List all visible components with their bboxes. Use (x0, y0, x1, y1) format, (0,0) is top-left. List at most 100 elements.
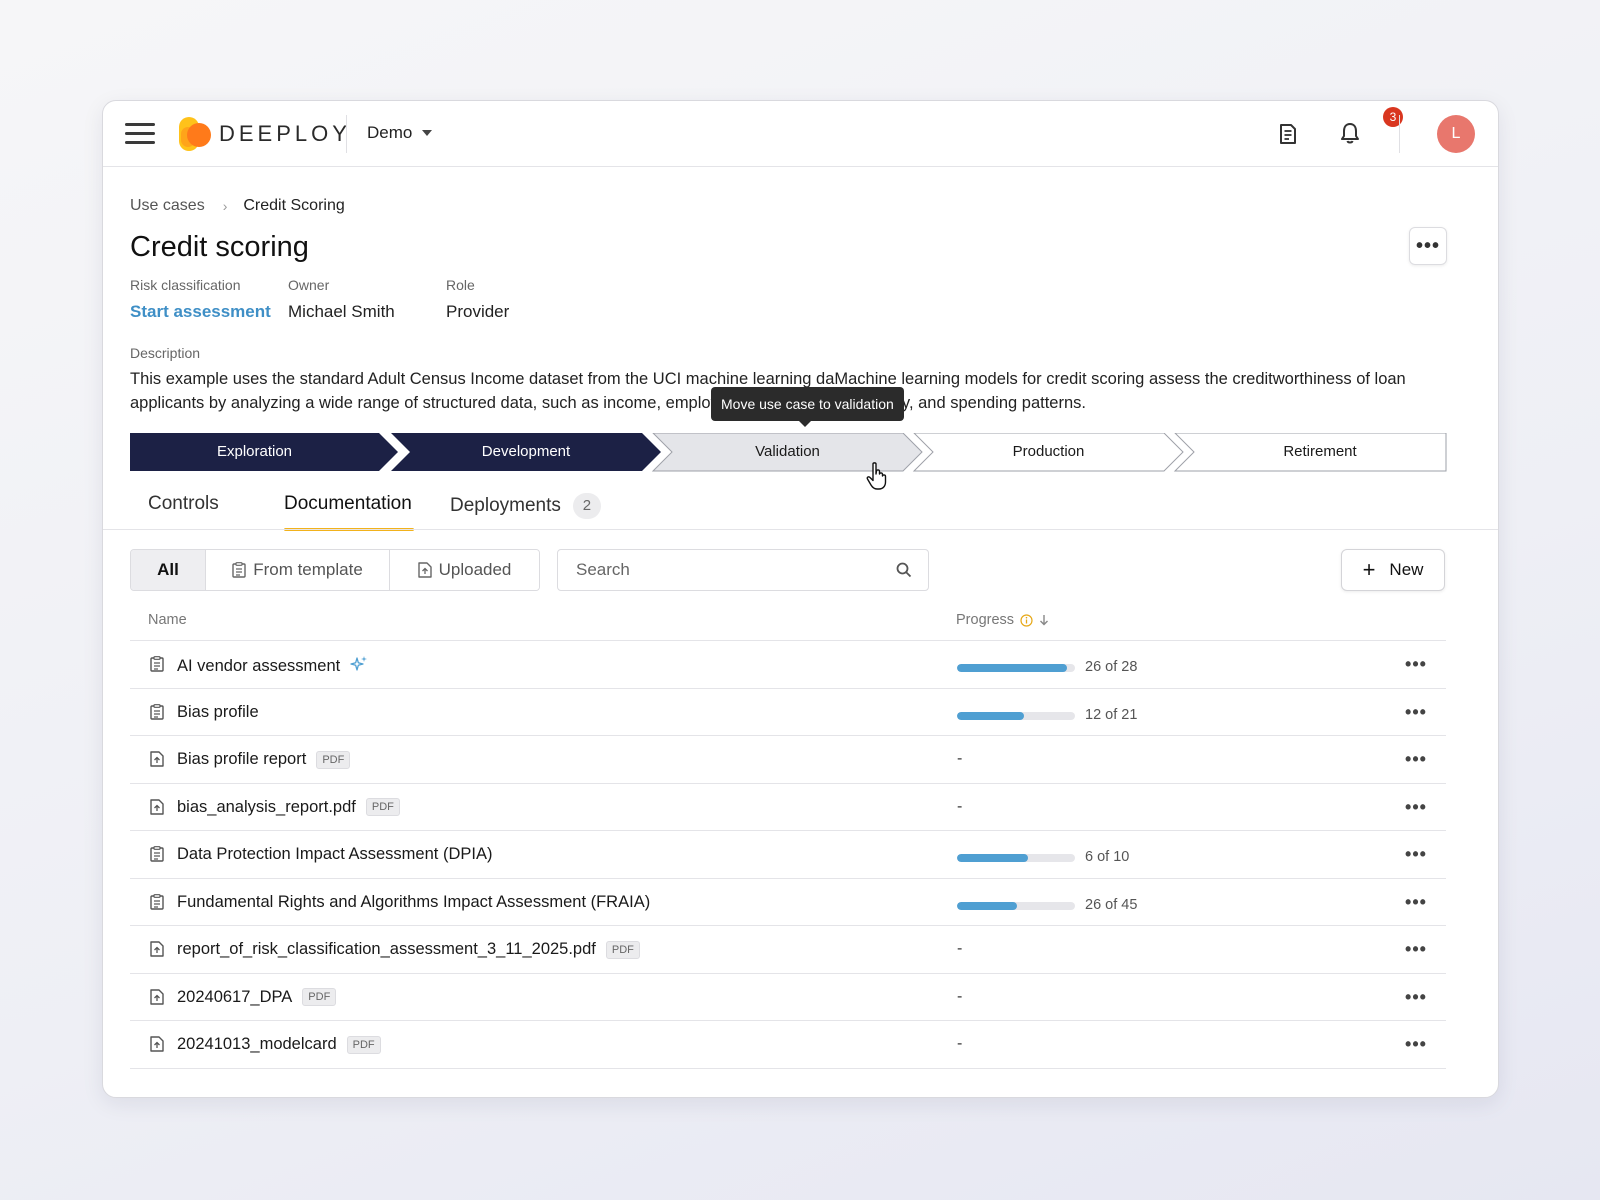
progress-empty: - (957, 940, 963, 957)
ai-sparkle-icon (350, 655, 368, 678)
table-row[interactable]: Bias profile report PDF - ••• (130, 736, 1446, 784)
risk-classification: Risk classification Start assessment (130, 277, 271, 322)
document-name-cell[interactable]: AI vendor assessment (177, 655, 368, 678)
uploaded-file-icon (150, 798, 164, 820)
brand-name: DEEPLOY (219, 121, 351, 146)
page-more-button[interactable]: ••• (1409, 227, 1447, 265)
progress-cell: 6 of 10 (957, 849, 1130, 865)
tab-bar: Controls Documentation Deployments 2 (130, 483, 1498, 531)
progress-text: 6 of 10 (1085, 849, 1130, 865)
tab-controls-label: Controls (148, 493, 219, 514)
progress-empty: - (957, 797, 963, 815)
filter-uploaded[interactable]: Uploaded (390, 550, 539, 590)
search-icon[interactable] (896, 562, 912, 578)
tab-documentation[interactable]: Documentation (284, 493, 412, 515)
document-name-cell[interactable]: 20240617_DPA PDF (177, 987, 337, 1007)
new-document-button[interactable]: + New (1341, 549, 1445, 591)
owner: Owner Michael Smith (288, 277, 395, 322)
search-input[interactable] (558, 550, 878, 590)
bell-icon[interactable] (1339, 121, 1361, 145)
row-more-button[interactable]: ••• (1398, 1031, 1434, 1057)
document-name-cell[interactable]: Data Protection Impact Assessment (DPIA) (177, 845, 492, 864)
document-name: Data Protection Impact Assessment (DPIA) (177, 845, 493, 863)
start-assessment-link[interactable]: Start assessment (130, 302, 271, 322)
progress-text: 12 of 21 (1085, 706, 1138, 723)
breadcrumb-use-cases[interactable]: Use cases (130, 197, 205, 215)
table-row[interactable]: AI vendor assessment 26 of 28 ••• (130, 641, 1446, 689)
template-doc-icon (150, 846, 164, 867)
table-row[interactable]: Data Protection Impact Assessment (DPIA)… (130, 831, 1446, 879)
more-icon: ••• (1405, 749, 1427, 769)
table-row[interactable]: 20240617_DPA PDF - ••• (130, 974, 1446, 1021)
row-more-button[interactable]: ••• (1398, 936, 1434, 962)
divider (103, 529, 1498, 530)
progress-text: 26 of 45 (1085, 896, 1138, 913)
document-name-cell[interactable]: Fundamental Rights and Algorithms Impact… (177, 893, 650, 912)
row-more-button[interactable]: ••• (1398, 984, 1434, 1010)
document-name-cell[interactable]: Bias profile report PDF (177, 750, 351, 769)
tab-deployments-label: Deployments (450, 495, 561, 516)
workspace-selector[interactable]: Demo (367, 123, 433, 143)
stage-retirement[interactable]: Retirement (1194, 433, 1446, 471)
row-more-button[interactable]: ••• (1398, 841, 1434, 867)
document-name: Bias profile report (177, 750, 307, 768)
new-button-label: New (1389, 560, 1424, 579)
docs-icon[interactable] (1277, 123, 1299, 145)
document-name: Fundamental Rights and Algorithms Impact… (177, 892, 651, 911)
documents-table: AI vendor assessment 26 of 28 ••• Bias prof… (130, 641, 1446, 1069)
menu-icon[interactable] (125, 123, 155, 145)
sort-down-icon[interactable] (1039, 614, 1049, 626)
stage-development[interactable]: Development (410, 433, 642, 471)
more-icon: ••• (1405, 701, 1427, 722)
row-more-button[interactable]: ••• (1398, 889, 1434, 915)
table-row[interactable]: bias_analysis_report.pdf PDF - ••• (130, 784, 1446, 831)
file-type-badge: PDF (605, 940, 640, 959)
divider (1399, 115, 1400, 153)
document-name: Bias profile (177, 702, 259, 721)
stage-exploration[interactable]: Exploration (130, 433, 379, 471)
role-label: Role (446, 277, 475, 293)
document-name: AI vendor assessment (177, 657, 341, 675)
avatar[interactable]: L (1437, 115, 1475, 153)
stage-production[interactable]: Production (933, 433, 1164, 471)
document-name-cell[interactable]: report_of_risk_classification_assessment… (177, 940, 640, 959)
document-name-cell[interactable]: 20241013_modelcard PDF (177, 1035, 381, 1054)
document-name-cell[interactable]: bias_analysis_report.pdf PDF (177, 798, 400, 817)
template-doc-icon (150, 703, 164, 725)
template-doc-icon (232, 562, 246, 578)
row-more-button[interactable]: ••• (1398, 699, 1434, 725)
more-icon: ••• (1405, 654, 1427, 674)
filter-all-label: All (157, 560, 179, 579)
document-name-cell[interactable]: Bias profile (177, 703, 259, 722)
row-more-button[interactable]: ••• (1398, 651, 1434, 677)
progress-bar (957, 711, 1075, 720)
role-value: Provider (446, 302, 510, 321)
brand-logo[interactable]: DEEPLOY (177, 115, 351, 153)
notification-badge: 3 (1383, 107, 1403, 127)
table-row[interactable]: report_of_risk_classification_assessment… (130, 926, 1446, 974)
stage-tooltip: Move use case to validation (711, 387, 904, 427)
table-row[interactable]: Bias profile 12 of 21 ••• (130, 689, 1446, 736)
column-name[interactable]: Name (148, 612, 187, 628)
uploaded-file-icon (150, 941, 164, 962)
filter-all[interactable]: All (131, 550, 206, 590)
more-icon: ••• (1405, 891, 1427, 912)
file-type-badge: PDF (302, 988, 337, 1006)
row-more-button[interactable]: ••• (1398, 746, 1434, 772)
filter-from-template[interactable]: From template (206, 550, 390, 590)
document-name: report_of_risk_classification_assessment… (177, 940, 596, 958)
page-title: Credit scoring (130, 231, 309, 263)
row-more-button[interactable]: ••• (1398, 794, 1434, 820)
tab-deployments[interactable]: Deployments 2 (450, 493, 601, 519)
table-row[interactable]: Fundamental Rights and Algorithms Impact… (130, 879, 1446, 926)
tab-controls[interactable]: Controls (148, 493, 219, 515)
more-icon: ••• (1405, 986, 1427, 1007)
table-row[interactable]: 20241013_modelcard PDF - ••• (130, 1021, 1446, 1069)
owner-value: Michael Smith (288, 302, 395, 321)
logo-icon (177, 115, 213, 153)
column-progress[interactable]: Progress (956, 612, 1049, 628)
document-name: 20240617_DPA (177, 987, 293, 1006)
progress-bar (957, 901, 1075, 910)
search-box (557, 549, 929, 591)
info-icon[interactable] (1020, 613, 1033, 627)
